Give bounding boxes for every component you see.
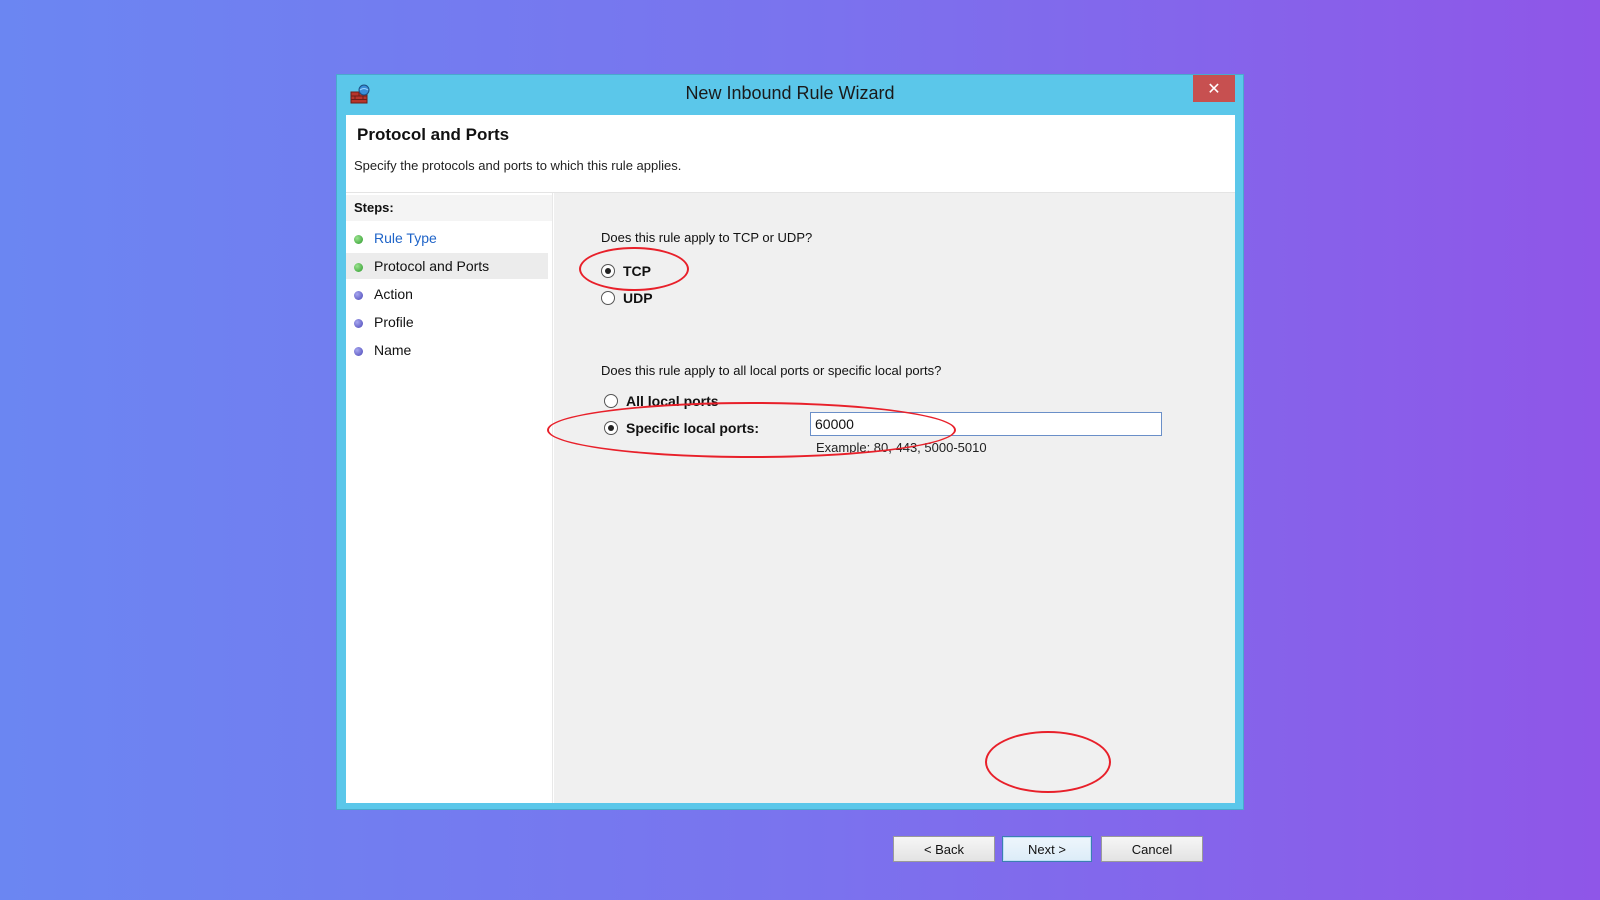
ports-example: Example: 80, 443, 5000-5010: [816, 440, 987, 455]
protocol-question: Does this rule apply to TCP or UDP?: [601, 230, 813, 245]
radio-udp-label[interactable]: UDP: [623, 290, 653, 306]
steps-panel: Steps: Rule Type Protocol and Ports Acti…: [346, 193, 553, 803]
wizard-client: Protocol and Ports Specify the protocols…: [346, 115, 1235, 862]
step-current-icon: [354, 263, 363, 272]
step-label: Action: [374, 286, 413, 302]
content-panel: Does this rule apply to TCP or UDP? TCP …: [554, 193, 1235, 862]
steps-label: Steps:: [346, 195, 552, 221]
cancel-button[interactable]: Cancel: [1101, 836, 1203, 862]
step-label: Name: [374, 342, 412, 358]
step-label: Protocol and Ports: [374, 258, 490, 274]
step-done-icon: [354, 235, 363, 244]
radio-all-ports-circle[interactable]: [604, 394, 618, 408]
step-action: Action: [346, 281, 548, 307]
radio-specific-ports-circle[interactable]: [604, 421, 618, 435]
page-title: Protocol and Ports: [357, 125, 510, 144]
radio-tcp-circle[interactable]: [601, 264, 615, 278]
step-label: Profile: [374, 314, 414, 330]
specific-ports-input[interactable]: [810, 412, 1162, 436]
ports-question: Does this rule apply to all local ports …: [601, 363, 942, 378]
step-pending-icon: [354, 319, 363, 328]
step-pending-icon: [354, 347, 363, 356]
step-profile: Profile: [346, 309, 548, 335]
page-description: Specify the protocols and ports to which…: [354, 158, 682, 173]
step-rule-type[interactable]: Rule Type: [346, 225, 548, 251]
radio-specific-local-ports[interactable]: Specific local ports:: [604, 419, 794, 439]
radio-udp[interactable]: UDP: [601, 289, 691, 309]
title-bar[interactable]: New Inbound Rule Wizard ✕: [337, 75, 1243, 115]
close-button[interactable]: ✕: [1193, 75, 1235, 102]
radio-all-ports-label[interactable]: All local ports: [626, 393, 719, 409]
radio-specific-ports-label[interactable]: Specific local ports:: [626, 420, 759, 436]
wizard-header: Protocol and Ports Specify the protocols…: [346, 115, 1235, 193]
radio-all-local-ports[interactable]: All local ports: [604, 392, 764, 412]
step-label: Rule Type: [374, 230, 437, 246]
wizard-window: New Inbound Rule Wizard ✕ Protocol and P…: [336, 74, 1244, 862]
step-protocol-and-ports: Protocol and Ports: [346, 253, 548, 279]
radio-tcp-label[interactable]: TCP: [623, 263, 651, 279]
radio-udp-circle[interactable]: [601, 291, 615, 305]
back-button[interactable]: < Back: [893, 836, 995, 862]
window-title: New Inbound Rule Wizard: [685, 83, 895, 103]
step-name: Name: [346, 337, 548, 363]
next-button[interactable]: Next >: [1002, 836, 1092, 862]
radio-tcp[interactable]: TCP: [601, 262, 691, 282]
step-pending-icon: [354, 291, 363, 300]
